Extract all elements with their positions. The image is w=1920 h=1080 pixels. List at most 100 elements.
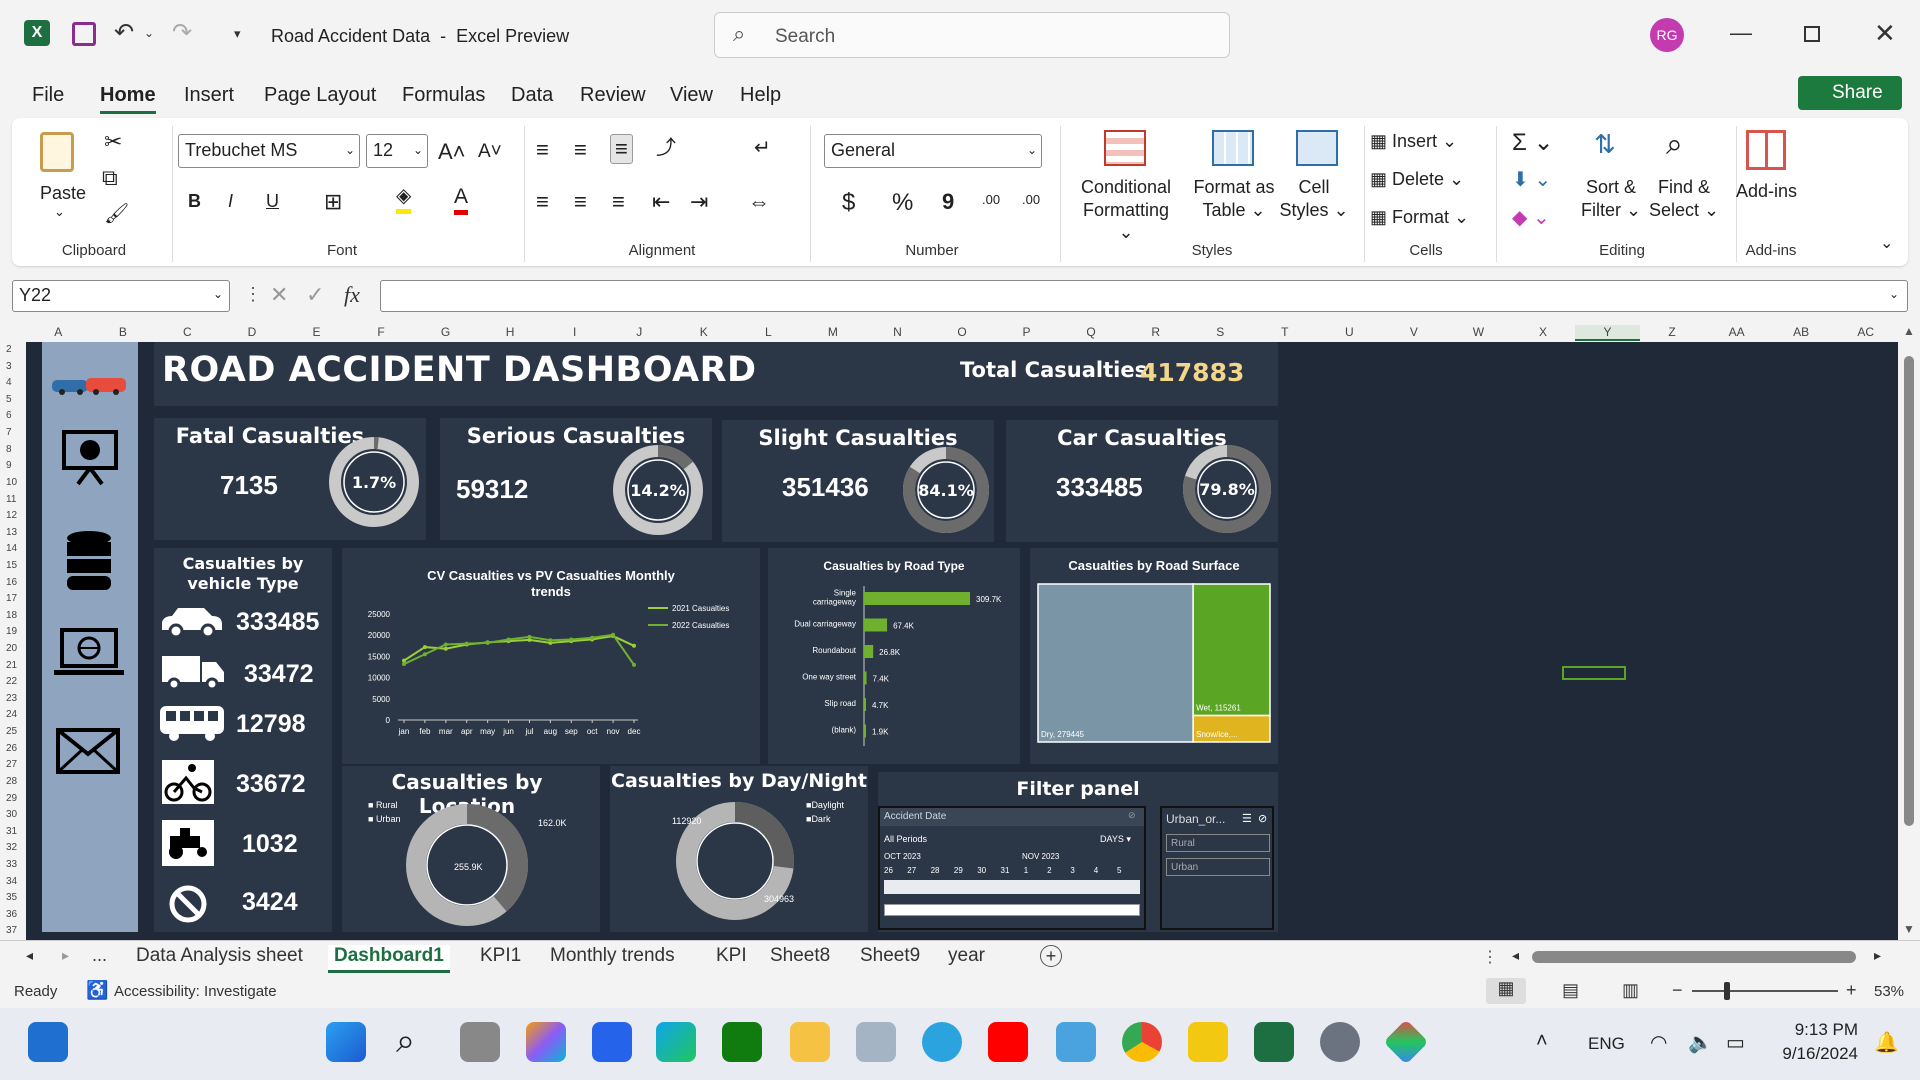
row-header-cell[interactable]: 12 xyxy=(6,508,17,525)
tab-kpi[interactable]: KPI xyxy=(710,945,753,967)
column-header-cell[interactable]: I xyxy=(542,325,607,339)
youtube-icon[interactable] xyxy=(988,1022,1028,1062)
font-size-select[interactable]: 12 ⌄ xyxy=(366,134,428,168)
row-header-cell[interactable]: 15 xyxy=(6,558,17,575)
notification-bell-icon[interactable]: 🔔 xyxy=(1874,1030,1899,1055)
undo-icon[interactable]: ↶ xyxy=(114,18,134,47)
confirm-entry-icon[interactable]: ✓ xyxy=(306,282,324,308)
menu-file[interactable]: File xyxy=(32,84,64,107)
row-header-cell[interactable]: 20 xyxy=(6,641,17,658)
column-header-cell[interactable]: M xyxy=(801,325,866,339)
paste-button[interactable]: Paste xyxy=(40,182,86,205)
column-header-cell[interactable]: X xyxy=(1511,325,1576,339)
row-header-cell[interactable]: 37 xyxy=(6,923,17,940)
row-header-cell[interactable]: 7 xyxy=(6,425,12,442)
hscroll-right-icon[interactable]: ▸ xyxy=(1874,947,1881,964)
tab-data-analysis-sheet[interactable]: Data Analysis sheet xyxy=(130,945,309,967)
row-header-cell[interactable]: 4 xyxy=(6,375,12,392)
row-header-cell[interactable]: 13 xyxy=(6,525,17,542)
decrease-font-icon[interactable]: A˅ xyxy=(478,140,502,164)
tab-year[interactable]: year xyxy=(942,945,991,967)
row-header-cell[interactable]: 33 xyxy=(6,857,17,874)
timeline-day[interactable]: 2 xyxy=(1047,866,1051,875)
number-format-select[interactable]: General ⌄ xyxy=(824,134,1042,168)
sort-filter-button[interactable]: Sort & Filter ⌄ xyxy=(1578,176,1644,221)
scroll-down-icon[interactable]: ▼ xyxy=(1903,922,1915,936)
align-bottom-icon[interactable]: ≡ xyxy=(610,134,633,164)
page-break-view-icon[interactable]: ▥ xyxy=(1622,980,1639,1001)
web-laptop-icon[interactable] xyxy=(54,628,124,683)
add-sheet-icon[interactable]: + xyxy=(1040,945,1062,967)
cell-styles-icon[interactable] xyxy=(1296,130,1338,166)
row-header-cell[interactable]: 26 xyxy=(6,741,17,758)
column-header-cell[interactable]: P xyxy=(994,325,1059,339)
widgets-icon[interactable] xyxy=(28,1022,68,1062)
paste-icon[interactable] xyxy=(40,132,74,172)
column-header-cell[interactable]: K xyxy=(672,325,737,339)
wifi-icon[interactable]: ◠ xyxy=(1650,1030,1667,1055)
row-header-cell[interactable]: 22 xyxy=(6,674,17,691)
tab-sheet8[interactable]: Sheet8 xyxy=(764,945,836,967)
fill-icon[interactable]: ⬇ ⌄ xyxy=(1512,168,1551,193)
align-left-icon[interactable]: ≡ xyxy=(536,188,549,216)
zoom-in-icon[interactable]: + xyxy=(1846,980,1857,1001)
cut-icon[interactable]: ✂ xyxy=(104,128,122,156)
telegram-icon[interactable] xyxy=(922,1022,962,1062)
row-header-cell[interactable]: 21 xyxy=(6,658,17,675)
orientation-icon[interactable]: ⤴ xyxy=(656,136,676,161)
slicer-clear-filter-icon[interactable]: ⊘ xyxy=(1258,812,1267,825)
add-ins-button[interactable]: Add-ins xyxy=(1736,180,1797,203)
zoom-slider[interactable] xyxy=(1692,990,1838,992)
tab-scroll-right-icon[interactable]: ▸ xyxy=(62,947,69,964)
column-header-cell[interactable]: Q xyxy=(1059,325,1124,339)
row-header-cell[interactable]: 2 xyxy=(6,342,12,359)
xbox-icon[interactable] xyxy=(722,1022,762,1062)
taskbar-search-icon[interactable]: ⌕ xyxy=(396,1022,415,1061)
percent-button[interactable]: % xyxy=(892,188,913,218)
column-header-cell[interactable]: A xyxy=(26,325,91,339)
menu-insert[interactable]: Insert xyxy=(184,84,234,107)
row-header-cell[interactable]: 3 xyxy=(6,359,12,376)
vpn-icon[interactable] xyxy=(856,1022,896,1062)
fill-color-icon[interactable]: ◈ xyxy=(396,184,412,214)
timeline-day[interactable]: 1 xyxy=(1024,866,1028,875)
column-header-cell[interactable]: T xyxy=(1252,325,1317,339)
menu-help[interactable]: Help xyxy=(740,84,781,107)
taskbar-date[interactable]: 9/16/2024 xyxy=(1770,1044,1858,1064)
hscroll-left-icon[interactable]: ◂ xyxy=(1512,947,1519,964)
vertical-scrollbar[interactable]: ▲ ▼ xyxy=(1898,322,1920,940)
slicer-multiselect-icon[interactable]: ☰ xyxy=(1242,812,1252,825)
conditional-formatting-button[interactable]: Conditional Formatting ⌄ xyxy=(1076,176,1176,244)
increase-decimal-button[interactable]: .00 xyxy=(982,192,1000,208)
column-header-cell[interactable]: E xyxy=(284,325,349,339)
battery-icon[interactable]: ▭ xyxy=(1726,1030,1745,1055)
timeline-day[interactable]: 28 xyxy=(931,866,940,875)
menu-home[interactable]: Home xyxy=(100,84,156,114)
format-cells-button[interactable]: ▦ Format ⌄ xyxy=(1370,206,1469,229)
format-as-table-button[interactable]: Format as Table ⌄ xyxy=(1188,176,1280,221)
tab-sheet9[interactable]: Sheet9 xyxy=(854,945,926,967)
tabs-splitter-icon[interactable]: ⋮ xyxy=(1482,947,1498,967)
avatar[interactable]: RG xyxy=(1650,18,1684,52)
settings-icon[interactable] xyxy=(1320,1022,1360,1062)
column-header-cell[interactable]: L xyxy=(736,325,801,339)
share-button[interactable]: Share xyxy=(1798,76,1902,110)
mail-icon[interactable] xyxy=(56,728,120,779)
restore-button[interactable] xyxy=(1804,26,1820,42)
row-header-cell[interactable]: 10 xyxy=(6,475,17,492)
borders-icon[interactable]: ⊞ xyxy=(324,188,342,216)
selected-cell-y22[interactable] xyxy=(1562,666,1626,680)
row-header-cell[interactable]: 36 xyxy=(6,907,17,924)
status-accessibility[interactable]: Accessibility: Investigate xyxy=(114,983,277,1000)
column-header-cell[interactable]: D xyxy=(220,325,285,339)
chrome-icon[interactable] xyxy=(1122,1022,1162,1062)
increase-indent-icon[interactable]: ⇥ xyxy=(690,188,708,216)
close-button[interactable]: ✕ xyxy=(1874,18,1896,49)
underline-button[interactable]: U xyxy=(266,190,279,213)
column-header-cell[interactable]: AA xyxy=(1704,325,1769,339)
menu-data[interactable]: Data xyxy=(511,84,553,107)
row-header-cell[interactable]: 31 xyxy=(6,824,17,841)
vertical-scroll-thumb[interactable] xyxy=(1904,356,1914,826)
column-header-cell[interactable]: G xyxy=(413,325,478,339)
scroll-up-icon[interactable]: ▲ xyxy=(1903,324,1915,338)
